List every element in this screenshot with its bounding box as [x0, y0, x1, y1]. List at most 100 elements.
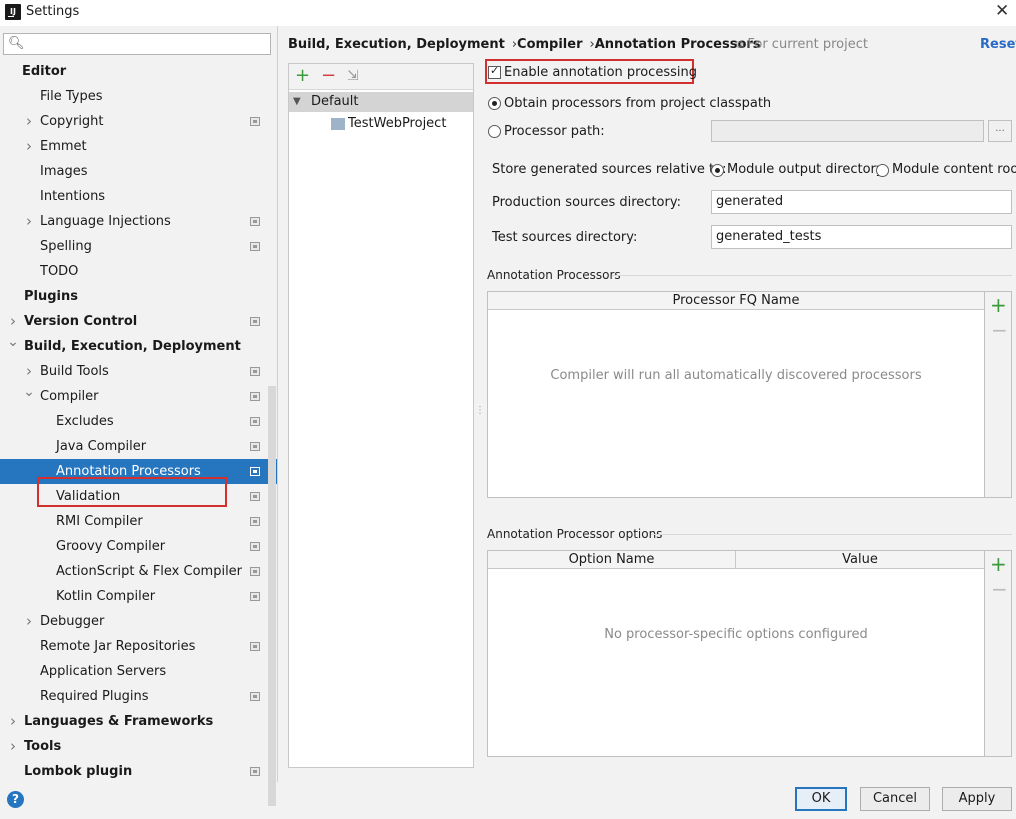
chevron-right-icon[interactable]: ›	[23, 209, 35, 234]
obtain-classpath-label: Obtain processors from project classpath	[504, 96, 772, 111]
cancel-button[interactable]: Cancel	[860, 787, 930, 811]
sidebar-item-remote-jar-repositories[interactable]: Remote Jar Repositories	[0, 634, 277, 659]
sidebar-item-required-plugins[interactable]: Required Plugins	[0, 684, 277, 709]
sidebar-item-lombok-plugin[interactable]: Lombok plugin	[0, 759, 277, 784]
remove-profile-minus-icon[interactable]: −	[321, 66, 336, 86]
chevron-down-icon[interactable]: ⌄	[23, 380, 35, 405]
sidebar-item-rmi-compiler[interactable]: RMI Compiler	[0, 509, 277, 534]
sidebar-item-kotlin-compiler[interactable]: Kotlin Compiler	[0, 584, 277, 609]
module-output-label: Module output directory	[727, 162, 884, 177]
sidebar-item-actionscript-flex-compiler[interactable]: ActionScript & Flex Compiler	[0, 559, 277, 584]
chevron-right-icon[interactable]: ›	[23, 134, 35, 159]
sidebar-item-build-tools[interactable]: › Build Tools	[0, 359, 277, 384]
sidebar-item-label: Required Plugins	[40, 689, 149, 704]
sidebar-item-application-servers[interactable]: Application Servers	[0, 659, 277, 684]
processor-path-field[interactable]	[711, 120, 984, 142]
sidebar-item-build-execution-deployment[interactable]: ⌄ Build, Execution, Deployment	[0, 334, 277, 359]
module-content-label: Module content root	[892, 162, 1016, 177]
test-sources-label: Test sources directory:	[492, 230, 638, 245]
intellij-logo-icon: IJ	[5, 4, 21, 20]
annotation-processors-section-title: Annotation Processors	[487, 268, 621, 282]
sidebar-item-label: Editor	[22, 64, 67, 79]
project-scope-icon	[250, 242, 260, 251]
sidebar-item-label: Plugins	[24, 289, 78, 304]
window-title: Settings	[26, 4, 80, 19]
option-name-header[interactable]: Option Name	[488, 551, 736, 569]
chevron-down-icon[interactable]: ⌄	[7, 330, 19, 355]
help-icon[interactable]: ?	[7, 791, 24, 808]
splitter-handle[interactable]: ⋮	[475, 405, 485, 416]
project-scope-icon	[250, 567, 260, 576]
close-icon[interactable]: ✕	[995, 1, 1009, 21]
settings-search-input[interactable]: 🔍︎	[3, 33, 271, 55]
remove-option-minus-icon[interactable]: −	[991, 579, 1008, 599]
reset-link[interactable]: Reset	[980, 37, 1016, 52]
add-option-plus-icon[interactable]: +	[990, 554, 1007, 574]
value-header[interactable]: Value	[736, 551, 984, 569]
search-icon: 🔍︎	[8, 36, 25, 51]
sidebar-item-label: Build Tools	[40, 364, 109, 379]
sidebar-item-java-compiler[interactable]: Java Compiler	[0, 434, 277, 459]
chevron-right-icon[interactable]: ›	[7, 734, 19, 759]
sidebar-item-file-types[interactable]: File Types	[0, 84, 277, 109]
project-scope-icon	[250, 517, 260, 526]
profile-default[interactable]: ▼ Default	[289, 92, 473, 112]
project-scope-icon	[250, 392, 260, 401]
sidebar-item-tools[interactable]: › Tools	[0, 734, 277, 759]
checkmark-icon: ✓	[490, 64, 500, 77]
sidebar-item-compiler[interactable]: ⌄ Compiler	[0, 384, 277, 409]
sidebar-item-label: Java Compiler	[56, 439, 147, 454]
sidebar-item-editor[interactable]: Editor	[0, 59, 277, 84]
module-output-radio[interactable]	[711, 164, 724, 177]
sidebar-scrollbar[interactable]	[268, 386, 276, 806]
sidebar-item-languages-frameworks[interactable]: › Languages & Frameworks	[0, 709, 277, 734]
chevron-right-icon[interactable]: ›	[23, 109, 35, 134]
profile-module-testwebproject[interactable]: TestWebProject	[331, 114, 446, 134]
sidebar-item-version-control[interactable]: › Version Control	[0, 309, 277, 334]
sidebar-item-groovy-compiler[interactable]: Groovy Compiler	[0, 534, 277, 559]
ok-button[interactable]: OK	[795, 787, 847, 811]
sidebar-item-label: Remote Jar Repositories	[40, 639, 196, 654]
module-content-radio[interactable]	[876, 164, 889, 177]
processor-path-radio[interactable]	[488, 125, 501, 138]
sidebar-item-label: Debugger	[40, 614, 105, 629]
sidebar-item-label: File Types	[40, 89, 103, 104]
sidebar-item-intentions[interactable]: Intentions	[0, 184, 277, 209]
title-bar: IJ Settings ✕	[0, 0, 1016, 26]
enable-annotation-label: Enable annotation processing	[504, 65, 697, 80]
processor-path-label: Processor path:	[504, 124, 605, 139]
obtain-classpath-radio[interactable]	[488, 97, 501, 110]
sidebar-item-label: Language Injections	[40, 214, 171, 229]
chevron-down-icon: ▼	[293, 96, 301, 107]
production-sources-input[interactable]: generated	[711, 190, 1012, 214]
sidebar-item-emmet[interactable]: › Emmet	[0, 134, 277, 159]
store-generated-label: Store generated sources relative to:	[492, 162, 727, 177]
project-scope-icon	[250, 467, 260, 476]
sidebar-item-debugger[interactable]: › Debugger	[0, 609, 277, 634]
sidebar-item-label: Lombok plugin	[24, 764, 133, 779]
sidebar-item-plugins[interactable]: Plugins	[0, 284, 277, 309]
breadcrumb-compiler: Compiler	[517, 37, 583, 52]
sidebar-item-todo[interactable]: TODO	[0, 259, 277, 284]
move-to-profile-icon[interactable]: ⇲	[347, 66, 359, 86]
sidebar-item-label: Tools	[24, 739, 62, 754]
sidebar-item-copyright[interactable]: › Copyright	[0, 109, 277, 134]
sidebar-item-images[interactable]: Images	[0, 159, 277, 184]
sidebar-item-label: Spelling	[40, 239, 92, 254]
sidebar-item-language-injections[interactable]: › Language Injections	[0, 209, 277, 234]
sidebar-item-spelling[interactable]: Spelling	[0, 234, 277, 259]
settings-sidebar: 🔍︎ Editor File Types › Copyright › Emmet Image…	[0, 26, 278, 806]
enable-annotation-checkbox[interactable]: ✓	[488, 64, 501, 79]
chevron-right-icon[interactable]: ›	[7, 709, 19, 734]
apply-button[interactable]: Apply	[942, 787, 1012, 811]
browse-button[interactable]: ...	[988, 120, 1012, 142]
sidebar-item-label: Excludes	[56, 414, 114, 429]
test-sources-input[interactable]: generated_tests	[711, 225, 1012, 249]
project-scope-icon	[250, 692, 260, 701]
remove-processor-minus-icon[interactable]: −	[991, 320, 1008, 340]
sidebar-item-excludes[interactable]: Excludes	[0, 409, 277, 434]
add-processor-plus-icon[interactable]: +	[990, 295, 1007, 315]
chevron-right-icon[interactable]: ›	[23, 609, 35, 634]
processor-fq-name-header[interactable]: Processor FQ Name	[488, 292, 984, 310]
add-profile-plus-icon[interactable]: +	[295, 66, 310, 86]
